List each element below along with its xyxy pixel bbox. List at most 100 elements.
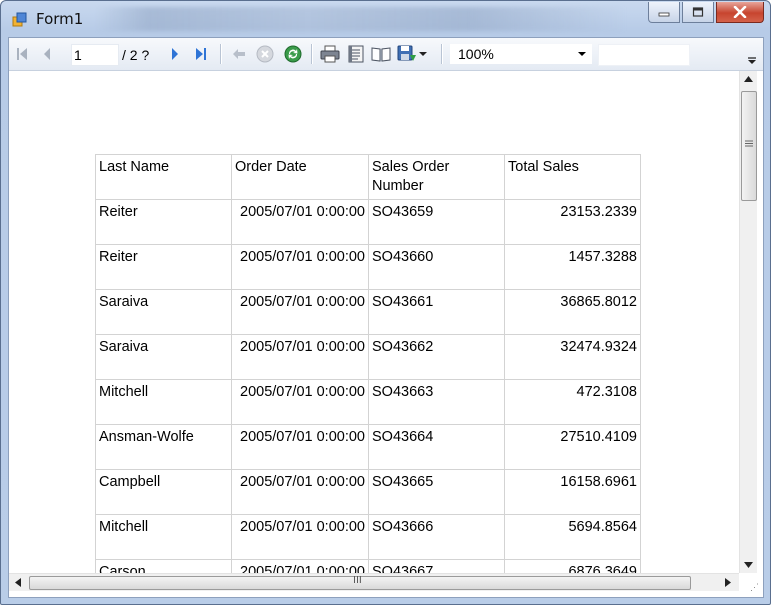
table-row: Saraiva 2005/07/01 0:00:00 SO43661 36865.80… [95, 289, 641, 335]
first-page-button[interactable] [14, 44, 30, 64]
table-row: Ansman-Wolfe 2005/07/01 0:00:00 SO43664 275… [95, 424, 641, 470]
size-grip-icon[interactable]: ⋰ [750, 582, 759, 593]
print-layout-icon [348, 45, 364, 63]
cell-last-name: Reiter [95, 199, 232, 245]
table-row: Mitchell 2005/07/01 0:00:00 SO43663 472.310… [95, 379, 641, 425]
next-page-button[interactable] [167, 44, 183, 64]
close-button[interactable] [716, 2, 764, 23]
stop-icon [256, 45, 274, 63]
export-icon [397, 45, 416, 61]
cell-total-sales: 6876.3649 [504, 559, 641, 573]
title-bar[interactable]: Form1 [1, 1, 770, 37]
print-icon [320, 45, 340, 63]
blurred-taskbar-region [96, 7, 626, 31]
report-toolbar: 1 / 2 ? 100% [9, 38, 763, 71]
cell-total-sales: 16158.6961 [504, 469, 641, 515]
toolbar-separator [311, 44, 313, 64]
vertical-scroll-thumb[interactable] [741, 91, 757, 201]
maximize-icon [692, 7, 704, 17]
cell-total-sales: 5694.8564 [504, 514, 641, 560]
cell-total-sales: 32474.9324 [504, 334, 641, 380]
horizontal-scrollbar[interactable]: III [9, 573, 739, 591]
prev-page-icon [44, 48, 50, 60]
column-header: Last Name [95, 154, 232, 200]
cell-order-date: 2005/07/01 0:00:00 [231, 424, 369, 470]
table-row: Reiter 2005/07/01 0:00:00 SO43660 1457.3288 [95, 244, 641, 290]
current-page-input[interactable]: 1 [71, 44, 119, 66]
find-text-input[interactable] [598, 44, 690, 66]
cell-sales-order-number: SO43661 [368, 289, 505, 335]
column-header: Sales Order Number [368, 154, 505, 200]
cell-total-sales: 1457.3288 [504, 244, 641, 290]
minimize-button[interactable] [648, 2, 680, 23]
toolbar-separator [441, 44, 443, 64]
cell-order-date: 2005/07/01 0:00:00 [231, 559, 369, 573]
report-table: Last Name Order Date Sales Order Number … [95, 154, 641, 573]
first-page-icon [17, 48, 27, 60]
cell-last-name: Mitchell [95, 379, 232, 425]
window-title: Form1 [36, 10, 84, 28]
page-setup-button[interactable] [370, 44, 392, 64]
export-button[interactable] [397, 44, 427, 64]
table-row: Carson 2005/07/01 0:00:00 SO43667 6876.3649 [95, 559, 641, 573]
cell-total-sales: 23153.2339 [504, 199, 641, 245]
cell-order-date: 2005/07/01 0:00:00 [231, 469, 369, 515]
cell-sales-order-number: SO43663 [368, 379, 505, 425]
minimize-icon [658, 12, 670, 17]
print-layout-button[interactable] [345, 44, 367, 64]
cell-order-date: 2005/07/01 0:00:00 [231, 379, 369, 425]
page-setup-icon [371, 47, 391, 62]
horizontal-scroll-thumb[interactable]: III [29, 575, 691, 590]
back-button[interactable] [230, 44, 248, 64]
cell-last-name: Mitchell [95, 514, 232, 560]
page-count-label: / 2 ? [122, 47, 150, 63]
cell-last-name: Reiter [95, 244, 232, 290]
table-row: Reiter 2005/07/01 0:00:00 SO43659 23153.233… [95, 199, 641, 245]
chevron-down-icon [419, 52, 427, 56]
cell-last-name: Saraiva [95, 289, 232, 335]
vertical-scrollbar[interactable] [739, 71, 757, 573]
cell-sales-order-number: SO43659 [368, 199, 505, 245]
toolbar-overflow-icon[interactable] [747, 56, 757, 66]
prev-page-button[interactable] [39, 44, 55, 64]
cell-total-sales: 36865.8012 [504, 289, 641, 335]
refresh-button[interactable] [283, 44, 303, 64]
table-header-row: Last Name Order Date Sales Order Number … [95, 154, 641, 200]
cell-last-name: Saraiva [95, 334, 232, 380]
cell-last-name: Campbell [95, 469, 232, 515]
maximize-button[interactable] [682, 2, 714, 23]
cell-sales-order-number: SO43666 [368, 514, 505, 560]
report-page[interactable]: Last Name Order Date Sales Order Number … [9, 71, 739, 573]
chevron-down-icon [578, 52, 586, 56]
last-page-button[interactable] [192, 44, 210, 64]
back-icon [233, 49, 245, 59]
close-icon [733, 6, 747, 18]
scroll-up-icon[interactable] [744, 76, 753, 82]
table-row: Mitchell 2005/07/01 0:00:00 SO43666 5694.85… [95, 514, 641, 560]
toolbar-separator [220, 44, 222, 64]
last-page-icon [196, 48, 206, 60]
scroll-left-icon[interactable] [15, 578, 21, 587]
scroll-down-icon[interactable] [744, 562, 753, 568]
cell-total-sales: 27510.4109 [504, 424, 641, 470]
stop-button[interactable] [255, 44, 275, 64]
zoom-select[interactable]: 100% [450, 44, 592, 64]
next-page-icon [172, 48, 178, 60]
cell-sales-order-number: SO43667 [368, 559, 505, 573]
column-header: Order Date [231, 154, 369, 200]
caption-buttons [648, 2, 764, 24]
grip-icon [745, 140, 753, 147]
cell-sales-order-number: SO43665 [368, 469, 505, 515]
application-window: Form1 1 / 2 ? 100% Last Name Order Date … [0, 0, 771, 605]
app-icon [12, 12, 27, 27]
scroll-right-icon[interactable] [725, 578, 731, 587]
cell-order-date: 2005/07/01 0:00:00 [231, 514, 369, 560]
cell-sales-order-number: SO43662 [368, 334, 505, 380]
report-viewer: 1 / 2 ? 100% Last Name Order Date Sales … [8, 37, 764, 598]
cell-sales-order-number: SO43660 [368, 244, 505, 290]
cell-order-date: 2005/07/01 0:00:00 [231, 334, 369, 380]
column-header: Total Sales [504, 154, 641, 200]
cell-order-date: 2005/07/01 0:00:00 [231, 199, 369, 245]
table-row: Saraiva 2005/07/01 0:00:00 SO43662 32474.93… [95, 334, 641, 380]
print-button[interactable] [319, 44, 341, 64]
